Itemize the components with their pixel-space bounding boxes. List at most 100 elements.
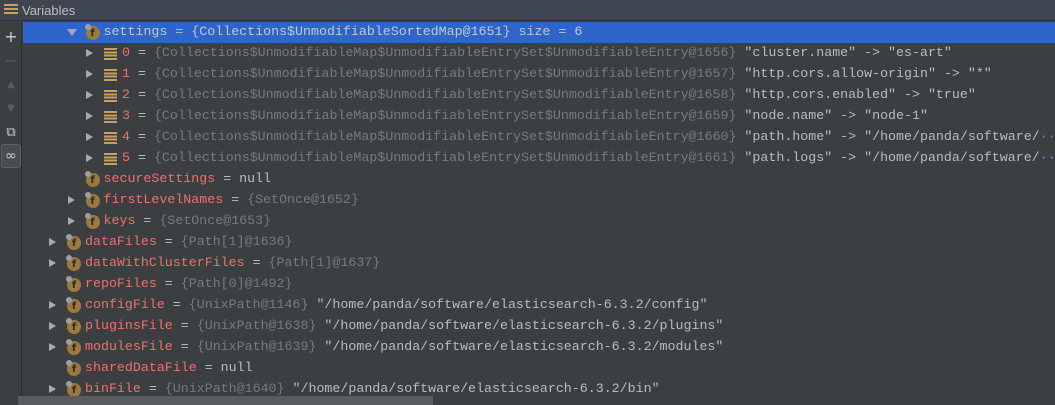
tree-row[interactable]: f dataFiles = {Path[1]@1636} [23, 232, 1055, 253]
expand-arrow-icon[interactable] [49, 343, 56, 351]
ellipsis-more[interactable]: ··· [1040, 150, 1055, 165]
variable-value: "/home/panda/software/elasticsearch-6.3.… [324, 339, 724, 354]
ellipsis-more[interactable]: ··· [1040, 129, 1055, 144]
move-down-button[interactable]: ▼ [0, 96, 22, 120]
list-entry-icon [104, 48, 117, 60]
tree-row[interactable]: 3 = {Collections$UnmodifiableMap$Unmodif… [23, 106, 1055, 127]
variable-type: {Collections$UnmodifiableSortedMap@1651} [191, 24, 511, 39]
list-entry-icon [104, 132, 117, 144]
tree-row[interactable]: 4 = {Collections$UnmodifiableMap$Unmodif… [23, 127, 1055, 148]
expand-arrow-icon[interactable] [86, 91, 93, 99]
variable-type: {Collections$UnmodifiableMap$Unmodifiabl… [153, 87, 737, 102]
variable-type: {UnixPath@1639} [196, 339, 317, 354]
tree-row[interactable]: f firstLevelNames = {SetOnce@1652} [23, 190, 1055, 211]
copy-icon[interactable]: ⧉ [0, 120, 22, 144]
variable-type: {UnixPath@1638} [196, 318, 317, 333]
expand-arrow-icon[interactable] [49, 322, 56, 330]
expand-arrow-icon[interactable] [49, 238, 56, 246]
variable-type: {Path[1]@1637} [268, 255, 381, 270]
tree-row[interactable]: f settings = {Collections$UnmodifiableSor… [23, 22, 1055, 43]
variable-value: size = 6 [518, 24, 583, 39]
tree-row[interactable]: 0 = {Collections$UnmodifiableMap$Unmodif… [23, 43, 1055, 64]
field-icon: f [66, 297, 81, 313]
field-icon: f [84, 213, 100, 229]
variable-name: keys [103, 213, 136, 228]
variable-name: 2 [122, 87, 130, 102]
remove-watch-button[interactable]: − [0, 48, 22, 72]
tree-row[interactable]: f secureSettings = null [23, 169, 1055, 190]
field-icon: f [66, 318, 81, 334]
variable-name: secureSettings [103, 171, 216, 186]
variable-value: "http.cors.allow-origin" -> "*" [744, 66, 992, 81]
variable-name: settings [103, 24, 168, 39]
expand-arrow-icon[interactable] [86, 49, 93, 57]
field-icon: f [84, 192, 100, 208]
tree-row[interactable]: f pluginsFile = {UnixPath@1638} "/home/pa… [23, 316, 1055, 337]
tree-row[interactable]: 5 = {Collections$UnmodifiableMap$Unmodif… [23, 148, 1055, 169]
variable-name: 1 [122, 66, 130, 81]
variable-type: {SetOnce@1652} [247, 192, 359, 207]
move-up-button[interactable]: ▲ [0, 72, 22, 96]
expand-arrow-icon[interactable] [67, 217, 75, 225]
field-icon: f [84, 24, 100, 40]
variable-type: {Collections$UnmodifiableMap$Unmodifiabl… [153, 150, 737, 165]
variable-value: "path.home" -> "/home/panda/software/ [744, 129, 1040, 144]
list-entry-icon [104, 153, 117, 165]
list-entry-icon [104, 69, 117, 81]
variables-tree: f settings = {Collections$UnmodifiableSor… [23, 22, 1055, 405]
variable-type: {SetOnce@1653} [159, 213, 272, 228]
variables-panel-header: Variables [0, 0, 1055, 21]
variable-value: "cluster.name" -> "es-art" [744, 45, 952, 60]
horizontal-scrollbar[interactable] [18, 396, 433, 405]
expand-arrow-icon[interactable] [86, 112, 93, 120]
tree-row[interactable]: f modulesFile = {UnixPath@1639} "/home/pa… [23, 337, 1055, 358]
expand-arrow-icon[interactable] [49, 259, 56, 267]
variable-name: repoFiles [85, 276, 157, 291]
expand-arrow-icon[interactable] [49, 301, 56, 309]
tree-row[interactable]: f dataWithClusterFiles = {Path[1]@1637} [23, 253, 1055, 274]
variable-name: 4 [122, 129, 130, 144]
variable-value: "/home/panda/software/elasticsearch-6.3.… [292, 381, 660, 396]
tree-row[interactable]: f keys = {SetOnce@1653} [23, 211, 1055, 232]
variable-value: "http.cors.enabled" -> "true" [744, 87, 976, 102]
variables-toolbar: + − ▲ ▼ ⧉ ∞ [0, 22, 22, 405]
variable-name: sharedDataFile [85, 360, 197, 375]
variable-value: "node.name" -> "node-1" [744, 108, 928, 123]
field-icon: f [66, 381, 81, 397]
tree-row[interactable]: 1 = {Collections$UnmodifiableMap$Unmodif… [23, 64, 1055, 85]
expand-arrow-icon[interactable] [49, 385, 56, 393]
variable-name: 5 [122, 150, 130, 165]
field-icon: f [66, 360, 81, 376]
variable-value: null [220, 360, 253, 375]
panel-title: Variables [22, 2, 76, 18]
variable-value: "/home/panda/software/elasticsearch-6.3.… [324, 318, 724, 333]
tree-row[interactable]: 2 = {Collections$UnmodifiableMap$Unmodif… [23, 85, 1055, 106]
watches-toggle-icon[interactable]: ∞ [1, 144, 21, 168]
tree-row[interactable]: f configFile = {UnixPath@1146} "/home/pan… [23, 295, 1055, 316]
collapse-arrow-icon[interactable] [66, 29, 77, 36]
variable-type: {UnixPath@1640} [164, 381, 285, 396]
variable-value: "path.logs" -> "/home/panda/software/ [744, 150, 1040, 165]
variable-value: "/home/panda/software/elasticsearch-6.3.… [316, 297, 708, 312]
variable-name: firstLevelNames [103, 192, 224, 207]
variable-value: null [239, 171, 272, 186]
variable-name: configFile [85, 297, 165, 312]
expand-arrow-icon[interactable] [86, 154, 93, 162]
variable-name: pluginsFile [85, 318, 173, 333]
variable-type: {Collections$UnmodifiableMap$Unmodifiabl… [153, 66, 737, 81]
variable-type: {Collections$UnmodifiableMap$Unmodifiabl… [153, 45, 737, 60]
list-entry-icon [104, 111, 117, 123]
expand-arrow-icon[interactable] [86, 133, 93, 141]
variable-type: {Collections$UnmodifiableMap$Unmodifiabl… [153, 108, 737, 123]
tree-row[interactable]: f sharedDataFile = null [23, 358, 1055, 379]
variable-type: {Collections$UnmodifiableMap$Unmodifiabl… [153, 129, 737, 144]
field-icon: f [66, 339, 81, 355]
variable-name: dataWithClusterFiles [85, 255, 245, 270]
field-icon: f [84, 171, 100, 187]
expand-arrow-icon[interactable] [67, 196, 75, 204]
field-icon: f [66, 255, 81, 271]
add-watch-button[interactable]: + [0, 24, 22, 48]
tree-row[interactable]: f repoFiles = {Path[0]@1492} [23, 274, 1055, 295]
expand-arrow-icon[interactable] [86, 70, 93, 78]
field-icon: f [66, 276, 81, 292]
